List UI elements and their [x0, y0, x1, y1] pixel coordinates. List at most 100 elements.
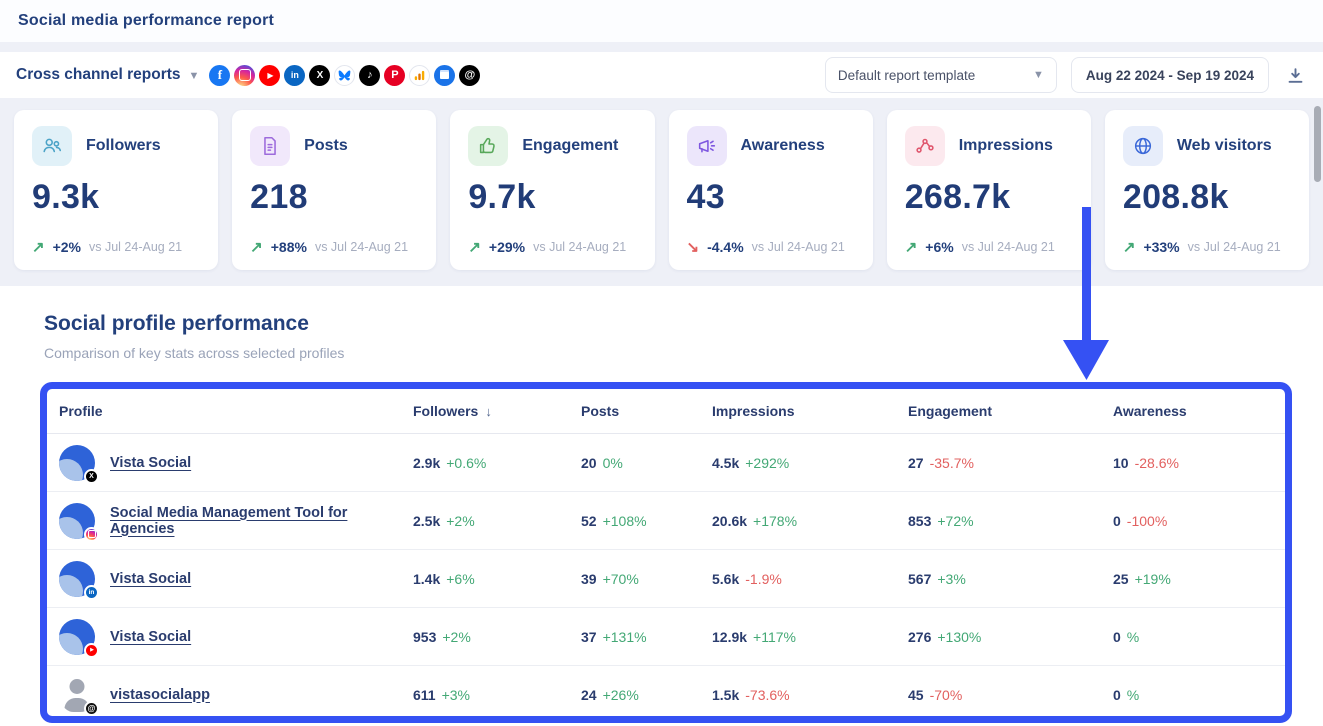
profile-cell: vistasocialapp — [59, 677, 413, 713]
trend-up-icon — [32, 240, 45, 255]
stat-card-compare-label: vs Jul 24-Aug 21 — [89, 240, 182, 254]
table-row: Social Media Management Tool for Agencie… — [47, 492, 1285, 550]
network-filter-list — [209, 65, 480, 86]
trend-down-icon — [687, 240, 700, 255]
posts-cell: 24+26% — [581, 687, 712, 703]
section-subtitle: Comparison of key stats across selected … — [44, 345, 1323, 361]
date-range-picker[interactable]: Aug 22 2024 - Sep 19 2024 — [1071, 57, 1269, 93]
awareness-cell: 10-28.6% — [1113, 455, 1285, 471]
stat-card-delta: +6% — [925, 239, 953, 255]
threads-icon[interactable] — [459, 65, 480, 86]
page-title: Social media performance report — [18, 12, 274, 30]
trend-up-icon — [905, 240, 918, 255]
profile-link[interactable]: Social Media Management Tool for Agencie… — [110, 505, 413, 537]
bluesky-icon[interactable] — [334, 65, 355, 86]
stat-card-posts: Posts 218 +88% vs Jul 24-Aug 21 — [232, 110, 436, 270]
stat-card-label: Web visitors — [1177, 137, 1272, 155]
engagement-icon — [468, 126, 508, 166]
youtube-icon[interactable] — [259, 65, 280, 86]
followers-cell: 2.9k+0.6% — [413, 455, 581, 471]
network-badge-icon — [84, 527, 99, 542]
sort-desc-icon — [478, 403, 492, 419]
awareness-cell: 0% — [1113, 687, 1285, 703]
toolbar-right-group: Default report template ▼ Aug 22 2024 - … — [825, 57, 1307, 93]
network-badge-icon — [84, 701, 99, 716]
profile-avatar — [59, 619, 95, 655]
pinterest-icon[interactable] — [384, 65, 405, 86]
column-header-awareness[interactable]: Awareness — [1113, 403, 1285, 419]
trend-up-icon — [1123, 240, 1136, 255]
stat-card-delta: +33% — [1143, 239, 1179, 255]
column-header-impressions[interactable]: Impressions — [712, 403, 908, 419]
profile-link[interactable]: Vista Social — [110, 571, 191, 587]
report-type-selector[interactable]: Cross channel reports — [16, 66, 181, 84]
stat-card-label: Awareness — [741, 137, 825, 155]
table-header-row: Profile Followers Posts Impressions Enga… — [47, 389, 1285, 434]
report-toolbar: Cross channel reports ▼ Default report t… — [0, 52, 1323, 98]
facebook-icon[interactable] — [209, 65, 230, 86]
chevron-down-icon[interactable]: ▼ — [189, 70, 200, 82]
stat-card-label: Posts — [304, 137, 348, 155]
engagement-cell: 567+3% — [908, 571, 1113, 587]
stat-card-value: 9.7k — [468, 178, 636, 217]
download-report-button[interactable] — [1283, 63, 1307, 87]
engagement-cell: 27-35.7% — [908, 455, 1113, 471]
profile-cell: Vista Social — [59, 561, 413, 597]
profile-cell: Social Media Management Tool for Agencie… — [59, 503, 413, 539]
awareness-cell: 25+19% — [1113, 571, 1285, 587]
table-row: Vista Social 2.9k+0.6% 200% 4.5k+292% 27… — [47, 434, 1285, 492]
stat-card-label: Followers — [86, 137, 161, 155]
stat-card-value: 218 — [250, 178, 418, 217]
network-badge-icon — [84, 643, 99, 658]
report-template-select[interactable]: Default report template ▼ — [825, 57, 1057, 93]
posts-cell: 37+131% — [581, 629, 712, 645]
column-header-posts[interactable]: Posts — [581, 403, 712, 419]
stat-card-compare-label: vs Jul 24-Aug 21 — [315, 240, 408, 254]
divider — [0, 42, 1323, 52]
followers-cell: 611+3% — [413, 687, 581, 703]
stat-card-awareness: Awareness 43 -4.4% vs Jul 24-Aug 21 — [669, 110, 873, 270]
profile-avatar — [59, 561, 95, 597]
followers-cell: 1.4k+6% — [413, 571, 581, 587]
profile-link[interactable]: vistasocialapp — [110, 687, 210, 703]
column-header-profile[interactable]: Profile — [59, 403, 413, 419]
instagram-icon[interactable] — [234, 65, 255, 86]
stat-card-delta: +88% — [271, 239, 307, 255]
table-row: Vista Social 1.4k+6% 39+70% 5.6k-1.9% 56… — [47, 550, 1285, 608]
stat-card-followers: Followers 9.3k +2% vs Jul 24-Aug 21 — [14, 110, 218, 270]
profile-cell: Vista Social — [59, 445, 413, 481]
stat-card-value: 268.7k — [905, 178, 1073, 217]
stat-card-label: Engagement — [522, 137, 618, 155]
vertical-scrollbar[interactable] — [1314, 106, 1321, 182]
stat-card-compare-label: vs Jul 24-Aug 21 — [533, 240, 626, 254]
date-range-value: Aug 22 2024 - Sep 19 2024 — [1086, 68, 1254, 83]
profile-avatar — [59, 445, 95, 481]
google-analytics-icon[interactable] — [409, 65, 430, 86]
chevron-down-icon: ▼ — [1033, 69, 1044, 81]
table-row: vistasocialapp 611+3% 24+26% 1.5k-73.6% … — [47, 666, 1285, 723]
profile-link[interactable]: Vista Social — [110, 455, 191, 471]
column-header-engagement[interactable]: Engagement — [908, 403, 1113, 419]
profile-avatar — [59, 503, 95, 539]
google-business-icon[interactable] — [434, 65, 455, 86]
title-bar: Social media performance report — [0, 0, 1323, 42]
engagement-cell: 45-70% — [908, 687, 1113, 703]
posts-cell: 200% — [581, 455, 712, 471]
profile-link[interactable]: Vista Social — [110, 629, 191, 645]
x-icon[interactable] — [309, 65, 330, 86]
profile-cell: Vista Social — [59, 619, 413, 655]
linkedin-icon[interactable] — [284, 65, 305, 86]
download-icon — [1286, 66, 1305, 85]
column-header-followers[interactable]: Followers — [413, 403, 581, 419]
impressions-cell: 5.6k-1.9% — [712, 571, 908, 587]
table-row: Vista Social 953+2% 37+131% 12.9k+117% 2… — [47, 608, 1285, 666]
stat-card-value: 208.8k — [1123, 178, 1291, 217]
stat-card-web-visitors: Web visitors 208.8k +33% vs Jul 24-Aug 2… — [1105, 110, 1309, 270]
network-badge-icon — [84, 469, 99, 484]
followers-icon — [32, 126, 72, 166]
awareness-cell: 0% — [1113, 629, 1285, 645]
tiktok-icon[interactable] — [359, 65, 380, 86]
impressions-cell: 20.6k+178% — [712, 513, 908, 529]
report-template-value: Default report template — [838, 68, 975, 83]
stat-card-compare-label: vs Jul 24-Aug 21 — [752, 240, 845, 254]
